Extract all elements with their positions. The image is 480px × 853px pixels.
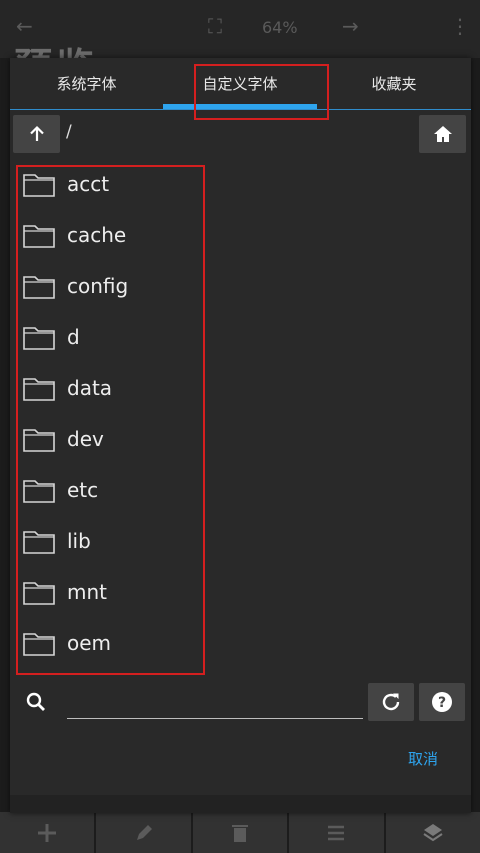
fullscreen-icon: ⛶ <box>208 14 222 38</box>
folder-icon <box>23 224 55 248</box>
folder-name: config <box>67 273 129 298</box>
font-picker-dialog: 系统字体 自定义字体 收藏夹 / acct cache config d data dev… <box>10 58 471 813</box>
search-input[interactable] <box>67 688 363 719</box>
folder-name: dev <box>67 426 104 451</box>
dialog-footer <box>10 795 471 813</box>
refresh-icon <box>382 693 400 711</box>
tab-favorites[interactable]: 收藏夹 <box>317 58 471 106</box>
folder-item[interactable]: cache <box>20 209 208 260</box>
search-row: ? <box>10 678 471 726</box>
folder-icon <box>23 632 55 656</box>
add-icon <box>0 812 97 853</box>
folder-name: data <box>67 375 113 400</box>
help-button[interactable]: ? <box>419 683 465 721</box>
refresh-button[interactable] <box>368 683 414 721</box>
back-arrow-icon: ← <box>16 14 33 38</box>
folder-item[interactable]: d <box>20 311 208 362</box>
menu-icon <box>289 812 386 853</box>
folder-icon <box>23 173 55 197</box>
redo-icon: → <box>342 14 359 38</box>
folder-icon <box>23 275 55 299</box>
folder-item[interactable]: dev <box>20 413 208 464</box>
trash-icon <box>192 812 290 853</box>
arrow-up-icon <box>29 125 44 141</box>
folder-icon <box>23 377 55 401</box>
folder-list: acct cache config d data dev etc lib mnt oem <box>20 158 208 668</box>
folder-icon <box>23 581 55 605</box>
home-button[interactable] <box>419 115 466 153</box>
parent-directory-button[interactable] <box>13 115 60 153</box>
folder-icon <box>23 479 55 503</box>
folder-icon <box>23 428 55 452</box>
folder-item[interactable]: lib <box>20 515 208 566</box>
cancel-button[interactable]: 取消 <box>408 748 438 769</box>
background-bottom-bar <box>0 812 480 853</box>
folder-name: mnt <box>67 579 107 604</box>
folder-item[interactable]: acct <box>20 158 208 209</box>
tab-bar: 系统字体 自定义字体 收藏夹 <box>10 58 471 110</box>
folder-name: acct <box>67 171 110 196</box>
search-icon <box>26 692 45 711</box>
folder-name: lib <box>67 528 91 553</box>
tab-divider <box>10 109 471 110</box>
layers-icon <box>385 812 480 853</box>
folder-icon <box>23 326 55 350</box>
folder-icon <box>23 530 55 554</box>
folder-name: oem <box>67 630 112 655</box>
more-icon: ⋮ <box>450 14 470 38</box>
folder-item[interactable]: mnt <box>20 566 208 617</box>
tab-custom-fonts[interactable]: 自定义字体 <box>163 58 317 106</box>
folder-name: d <box>67 324 80 349</box>
edit-icon <box>96 812 193 853</box>
svg-text:?: ? <box>438 695 446 711</box>
zoom-level: 64% <box>262 18 298 37</box>
folder-item[interactable]: etc <box>20 464 208 515</box>
folder-item[interactable]: data <box>20 362 208 413</box>
home-icon <box>433 126 452 142</box>
folder-name: cache <box>67 222 127 247</box>
help-icon: ? <box>432 692 452 712</box>
folder-name: etc <box>67 477 99 502</box>
folder-item[interactable]: oem <box>20 617 208 668</box>
tab-system-fonts[interactable]: 系统字体 <box>10 58 163 106</box>
current-path: / <box>66 122 72 142</box>
folder-item[interactable]: config <box>20 260 208 311</box>
